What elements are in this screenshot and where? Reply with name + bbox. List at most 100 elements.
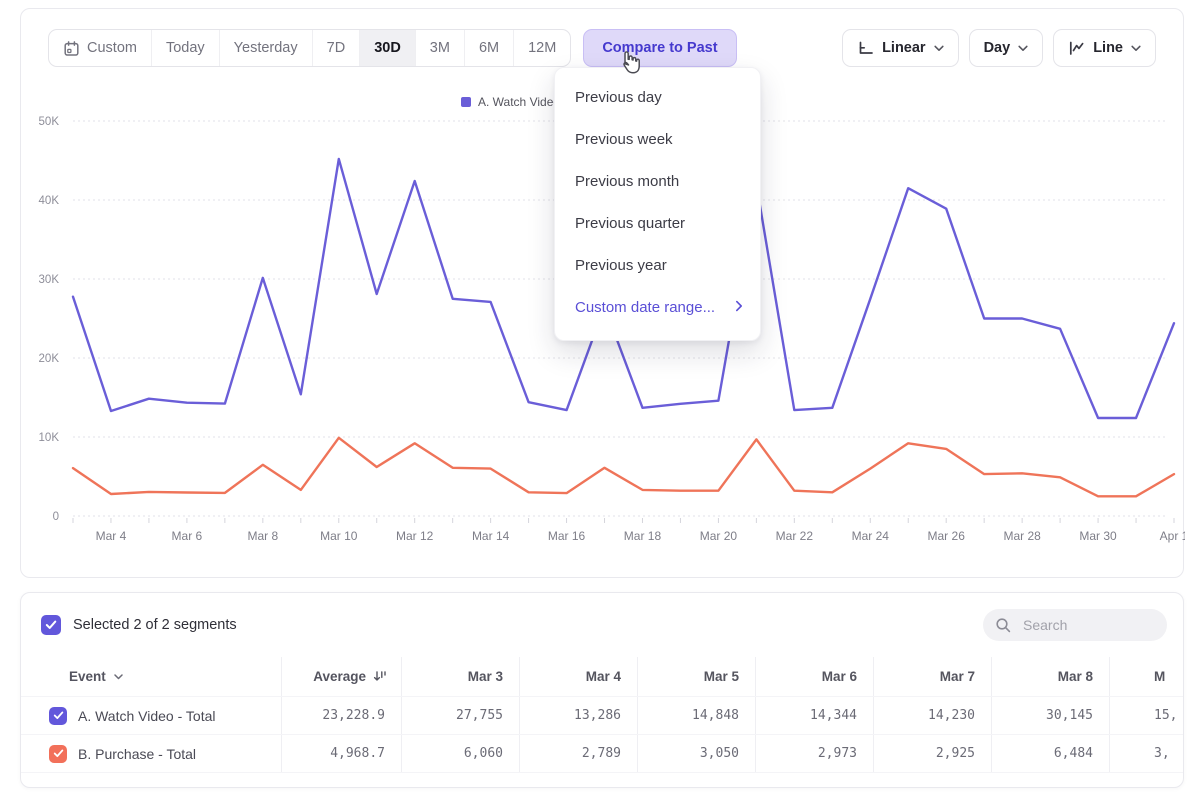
chevron-down-icon [934,45,944,52]
range-button-label: 7D [327,40,346,56]
range-button-3m[interactable]: 3M [416,30,465,66]
table-row-b-purchase-total: B. Purchase - Total4,968.76,0602,7893,05… [21,735,1184,773]
segment-checkbox[interactable] [49,745,67,763]
value-cell: 3,050 [637,735,755,772]
range-button-label: Today [166,40,205,56]
svg-text:10K: 10K [39,432,60,444]
svg-text:Apr 1: Apr 1 [1160,529,1185,543]
menu-item-label: Previous week [575,131,673,148]
range-button-6m[interactable]: 6M [465,30,514,66]
svg-text:Mar 16: Mar 16 [548,529,586,543]
search-input[interactable] [1021,616,1155,634]
svg-text:0: 0 [53,511,59,523]
chart-card: Custom Today Yesterday 7D 30D 3M 6M 12M Compare… [20,8,1184,578]
svg-text:Mar 10: Mar 10 [320,529,358,543]
compare-to-past-button[interactable]: Compare to Past [583,29,736,67]
range-button-7d[interactable]: 7D [313,30,361,66]
value-cell: 2,973 [755,735,873,772]
analytics-dashboard: Custom Today Yesterday 7D 30D 3M 6M 12M Compare… [0,0,1200,802]
svg-text:Mar 30: Mar 30 [1079,529,1117,543]
value-cell: 15, [1109,697,1184,734]
range-button-30d[interactable]: 30D [360,30,416,66]
menu-item-label: Previous month [575,173,679,190]
interval-dropdown-button[interactable]: Day [969,29,1044,67]
search-box [983,609,1167,641]
event-cell: B. Purchase - Total [21,735,281,772]
event-cell: A. Watch Video - Total [21,697,281,734]
menu-item-previous-month[interactable]: Previous month [555,161,760,203]
range-button-today[interactable]: Today [152,30,220,66]
range-button-label: Yesterday [234,40,298,56]
value-cell: 14,344 [755,697,873,734]
range-button-12m[interactable]: 12M [514,30,570,66]
svg-text:Mar 20: Mar 20 [700,529,738,543]
menu-item-previous-quarter[interactable]: Previous quarter [555,203,760,245]
svg-text:30K: 30K [39,274,60,286]
value-cell: 6,060 [401,735,519,772]
column-header-label: Average [313,669,366,684]
menu-item-previous-day[interactable]: Previous day [555,77,760,119]
segments-table-card: Selected 2 of 2 segments Event Average Mar… [20,592,1184,788]
chart-type-dropdown-button[interactable]: Line [1053,29,1156,67]
svg-text:Mar 28: Mar 28 [1003,529,1041,543]
value-cell: 6,484 [991,735,1109,772]
value-cell: 14,230 [873,697,991,734]
scale-dropdown-button[interactable]: Linear [842,29,959,67]
scale-dropdown-label: Linear [882,40,926,56]
range-button-yesterday[interactable]: Yesterday [220,30,313,66]
menu-item-previous-week[interactable]: Previous week [555,119,760,161]
range-button-label: Custom [87,40,137,56]
chevron-down-icon [1018,45,1028,52]
compare-dropdown-menu: Previous day Previous week Previous month P… [554,67,761,341]
interval-dropdown-label: Day [984,40,1011,56]
chevron-right-icon [735,299,743,317]
menu-item-previous-year[interactable]: Previous year [555,245,760,287]
segment-label: B. Purchase - Total [78,746,196,762]
range-button-label: 3M [430,40,450,56]
chevron-down-icon [114,674,123,680]
svg-text:50K: 50K [39,116,60,128]
value-cell: 3, [1109,735,1184,772]
table-row-a-watch-video-total: A. Watch Video - Total23,228.927,75513,2… [21,697,1184,735]
menu-item-custom-date-range[interactable]: Custom date range... [555,287,760,329]
select-all-checkbox[interactable] [41,615,61,635]
svg-text:Mar 24: Mar 24 [852,529,890,543]
column-header-event[interactable]: Event [21,657,281,696]
calendar-icon [63,40,80,57]
menu-item-label: Previous quarter [575,215,685,232]
chart-type-dropdown-label: Line [1093,40,1123,56]
column-header-mar-7: Mar 7 [873,657,991,696]
date-range-group: Custom Today Yesterday 7D 30D 3M 6M 12M [48,29,571,67]
range-button-label: 30D [374,40,401,56]
search-icon [995,617,1012,634]
range-button-label: 12M [528,40,556,56]
table-header-row: Event Average Mar 3Mar 4Mar 5Mar 6Mar 7Mar… [21,657,1184,697]
column-header-mar-4: Mar 4 [519,657,637,696]
column-header-mar-3: Mar 3 [401,657,519,696]
svg-text:Mar 26: Mar 26 [928,529,966,543]
column-header-label: Event [69,669,106,684]
column-header-mar-8: Mar 8 [991,657,1109,696]
value-cell: 14,848 [637,697,755,734]
column-header-average[interactable]: Average [281,657,401,696]
linear-axis-icon [857,41,874,56]
column-header-mar-5: Mar 5 [637,657,755,696]
sort-descending-icon [373,670,387,683]
chart-toolbar: Custom Today Yesterday 7D 30D 3M 6M 12M Compare… [21,29,1183,67]
column-header-mar-6: Mar 6 [755,657,873,696]
column-header-m: M [1109,657,1184,696]
svg-text:Mar 4: Mar 4 [96,529,127,543]
range-button-custom[interactable]: Custom [49,30,152,66]
svg-text:40K: 40K [39,195,60,207]
svg-text:20K: 20K [39,353,60,365]
segment-checkbox[interactable] [49,707,67,725]
svg-text:Mar 22: Mar 22 [776,529,814,543]
svg-text:Mar 8: Mar 8 [247,529,278,543]
menu-item-label: Previous day [575,89,662,106]
segment-label: A. Watch Video - Total [78,708,215,724]
value-cell: 2,925 [873,735,991,772]
segments-header-row: Selected 2 of 2 segments [21,593,1183,657]
svg-text:Mar 18: Mar 18 [624,529,662,543]
menu-item-label: Custom date range... [575,299,715,316]
line-chart-icon [1068,41,1085,56]
